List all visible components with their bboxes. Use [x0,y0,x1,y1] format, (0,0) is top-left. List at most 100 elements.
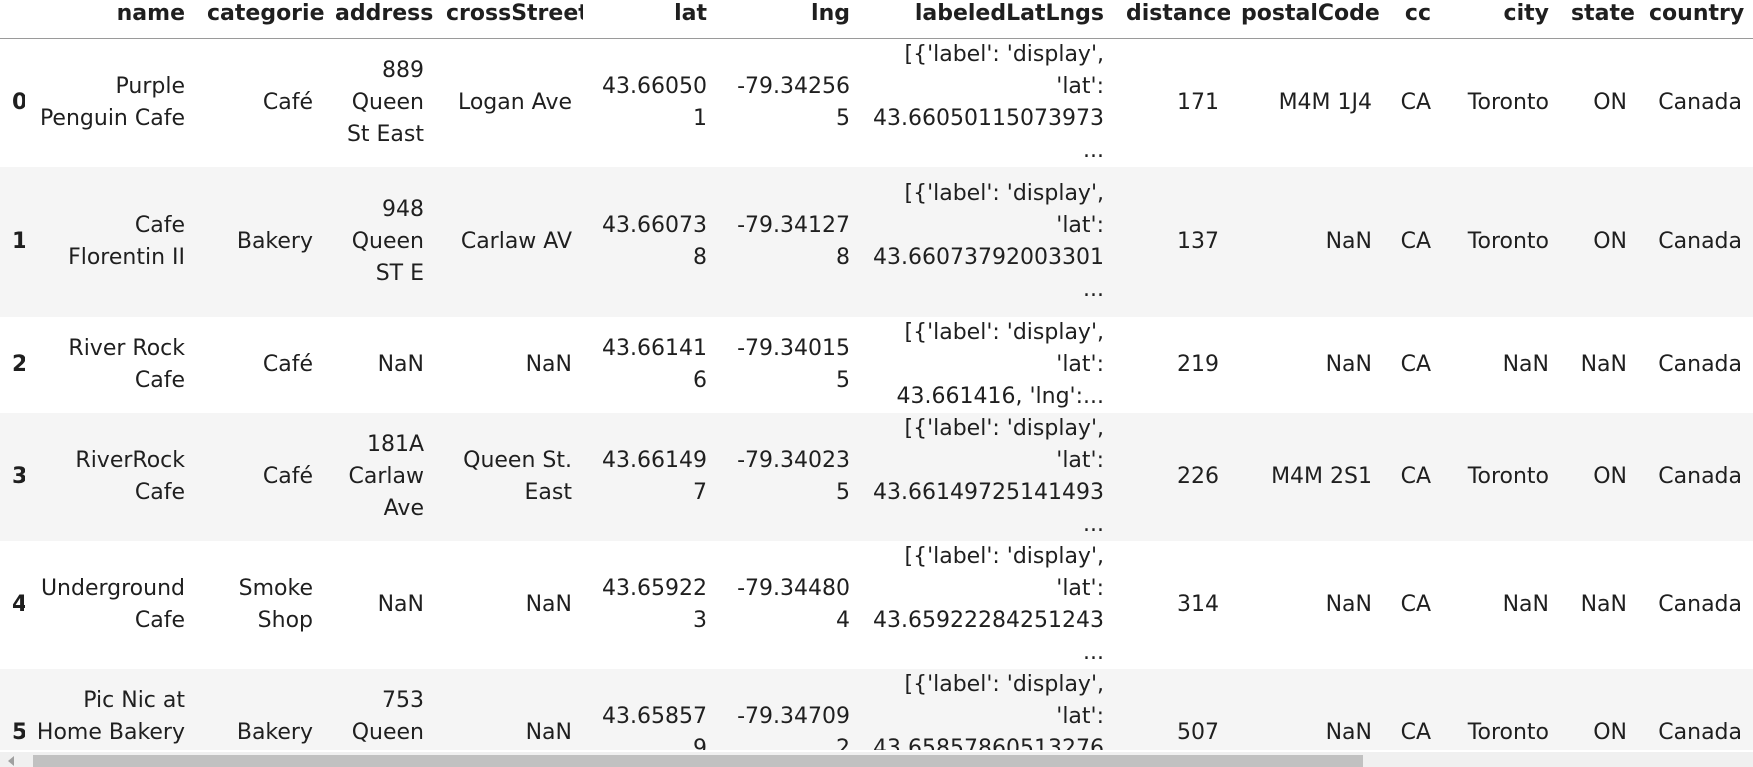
cell-name: RiverRock Cafe [75,448,185,505]
cell-lng: -79.342565 [737,74,850,131]
row-index: 2 [12,352,25,377]
cell-categories: Café [262,464,313,489]
cell-lat: 43.661497 [602,448,707,505]
cell-state: NaN [1580,592,1627,617]
dataframe-table: name categories address crossStreet lat … [0,0,1753,750]
cell-name: Underground Cafe [40,576,185,633]
cell-labeledlatlngs: [{'label': 'display', 'lat': 43.661416, '… [861,317,1115,413]
cell-crossstreet: NaN [525,720,572,745]
cell-city: Toronto [1467,229,1549,254]
cell-cc: CA [1400,90,1431,115]
row-index: 0 [0,39,25,168]
cell-distance: 219 [1177,352,1219,377]
labeledlatlngs-line-2: 43.661416, 'lng':... [896,384,1104,409]
table-row: 4 Underground Cafe Smoke Shop NaN NaN 43… [0,541,1753,669]
cell-lng: -79.344804 [737,576,850,633]
cell-lat: 43.659223 [602,576,707,633]
cell-city: Toronto [1467,464,1549,489]
cell-lat: 43.660738 [602,213,707,270]
cell-name: Cafe Florentin II [68,213,185,270]
cell-distance: 507 [1177,720,1219,745]
cell-cc: CA [1400,352,1431,377]
labeledlatlngs-line-1: [{'label': 'display', 'lat': [904,544,1105,601]
header-index [0,0,25,39]
cell-lng: -79.340155 [737,336,850,393]
header-state: state [1560,0,1638,39]
cell-distance: 226 [1177,464,1219,489]
header-country: country [1638,0,1753,39]
cell-lat: 43.660501 [602,74,707,131]
cell-distance: 171 [1177,90,1219,115]
table-row: 0 Purple Penguin Cafe Café 889 Queen St … [0,38,1753,168]
cell-country: Canada [1658,229,1742,254]
cell-address: 753 Queen Street E [351,688,424,745]
cell-city: NaN [1502,352,1549,377]
cell-distance: 137 [1177,229,1219,254]
header-cc: cc [1383,0,1442,39]
row-index: 4 [12,592,25,617]
cell-postalcode: NaN [1325,592,1372,617]
cell-cc: CA [1400,720,1431,745]
cell-postalcode: M4M 1J4 [1278,90,1372,115]
cell-labeledlatlngs: [{'label': 'display', 'lat': 43.661497251… [861,413,1115,541]
labeledlatlngs-line-2: 43.66050115073973... [873,106,1104,163]
labeledlatlngs-line-1: [{'label': 'display', 'lat': [904,42,1105,99]
labeledlatlngs-line-1: [{'label': 'display', 'lat': [904,181,1105,238]
header-crossstreet: crossStreet [435,0,583,39]
cell-labeledlatlngs: [{'label': 'display', 'lat': 43.660501150… [861,39,1115,168]
horizontal-scrollbar-thumb[interactable] [33,755,1363,767]
header-postalcode: postalCode [1230,0,1383,39]
header-lng: lng [718,0,861,39]
cell-crossstreet: Carlaw AV [460,229,572,254]
cell-country: Canada [1658,464,1742,489]
cell-cc: CA [1400,229,1431,254]
header-row: name categories address crossStreet lat … [0,0,1753,39]
cell-crossstreet: Logan Ave [457,90,572,115]
cell-postalcode: M4M 2S1 [1271,464,1372,489]
cell-address: NaN [377,592,424,617]
cell-lat: 43.658579 [602,704,707,750]
cell-lng: -79.341278 [737,213,850,270]
cell-name: Pic Nic at Home Bakery & Cafe [36,688,185,745]
horizontal-scrollbar[interactable] [0,752,1753,767]
cell-state: ON [1593,720,1627,745]
cell-state: ON [1593,229,1627,254]
cell-crossstreet: NaN [525,352,572,377]
cell-cc: CA [1400,592,1431,617]
scroll-left-arrow-icon[interactable] [8,756,14,766]
header-labeledlatlngs: labeledLatLngs [861,0,1115,39]
header-distance: distance [1115,0,1230,39]
cell-distance: 314 [1177,592,1219,617]
cell-categories: Café [262,90,313,115]
row-index: 3 [12,464,25,489]
cell-postalcode: NaN [1325,352,1372,377]
cell-labeledlatlngs: [{'label': 'display', 'lat': 43.658578605… [861,669,1115,750]
cell-address: 889 Queen St East [346,58,424,147]
cell-address: 948 Queen ST E [351,197,424,286]
cell-name: Purple Penguin Cafe [39,74,185,131]
labeledlatlngs-line-1: [{'label': 'display', 'lat': [904,320,1105,377]
cell-name: River Rock Cafe [68,336,185,393]
cell-lng: -79.347092 [737,704,850,750]
cell-state: NaN [1580,352,1627,377]
labeledlatlngs-line-2: 43.65857860513276... [873,736,1104,750]
dataframe-table-container: name categories address crossStreet lat … [0,0,1753,750]
table-row: 1 Cafe Florentin II Bakery 948 Queen ST … [0,167,1753,317]
cell-city: NaN [1502,592,1549,617]
labeledlatlngs-line-2: 43.66149725141493... [873,480,1104,537]
header-categories: categories [196,0,324,39]
row-index: 1 [12,229,25,254]
cell-country: Canada [1658,352,1742,377]
header-name: name [25,0,196,39]
table-row: 3 RiverRock Cafe Café 181A Carlaw Ave Qu… [0,413,1753,541]
header-lat: lat [583,0,718,39]
cell-crossstreet: NaN [525,592,572,617]
cell-country: Canada [1658,720,1742,745]
cell-state: ON [1593,464,1627,489]
cell-lat: 43.661416 [602,336,707,393]
cell-labeledlatlngs: [{'label': 'display', 'lat': 43.660737920… [861,167,1115,317]
cell-categories: Bakery [236,229,313,254]
row-index: 5 [12,720,25,745]
labeledlatlngs-line-2: 43.66073792003301... [873,245,1104,302]
labeledlatlngs-line-1: [{'label': 'display', 'lat': [904,416,1105,473]
